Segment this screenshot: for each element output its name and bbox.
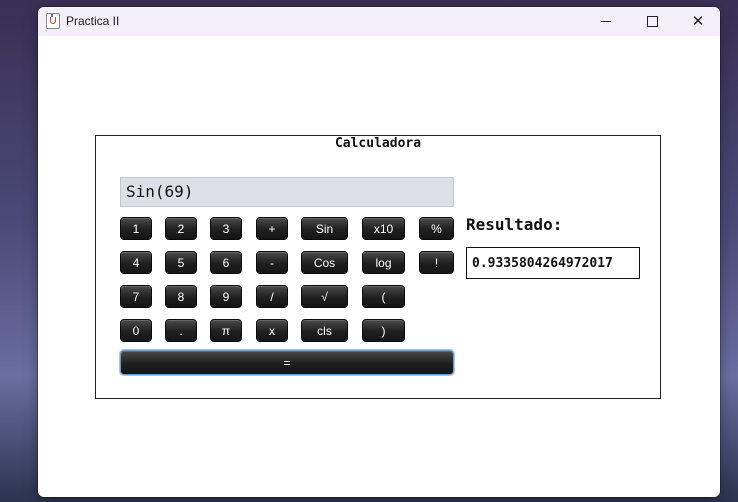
minimize-icon — [601, 21, 611, 22]
java-app-icon — [46, 13, 60, 29]
window-title: Practica II — [66, 14, 120, 28]
calculator-panel: Calculadora Sin(69) 1 2 3 + Sin x10 % 4 … — [95, 135, 661, 399]
digit-4-button[interactable]: 4 — [120, 251, 152, 274]
divide-button[interactable]: / — [256, 285, 288, 308]
minimize-button[interactable] — [583, 7, 629, 36]
sin-button[interactable]: Sin — [301, 217, 348, 240]
multiply-button[interactable]: x — [256, 319, 288, 342]
pi-button[interactable]: π — [210, 319, 242, 342]
result-output: 0.9335804264972017 — [466, 247, 640, 279]
result-label: Resultado: — [466, 215, 563, 234]
digit-2-button[interactable]: 2 — [165, 217, 197, 240]
sqrt-button[interactable]: √ — [301, 285, 348, 308]
close-paren-button[interactable]: ) — [362, 319, 405, 342]
digit-7-button[interactable]: 7 — [120, 285, 152, 308]
digit-3-button[interactable]: 3 — [210, 217, 242, 240]
equals-button[interactable]: = — [120, 350, 454, 375]
close-button[interactable]: ✕ — [675, 7, 720, 36]
panel-title: Calculadora — [334, 136, 422, 151]
open-paren-button[interactable]: ( — [362, 285, 405, 308]
decimal-point-button[interactable]: . — [165, 319, 197, 342]
factorial-button[interactable]: ! — [419, 251, 454, 274]
title-bar[interactable]: Practica II ✕ — [38, 7, 720, 36]
digit-0-button[interactable]: 0 — [120, 319, 152, 342]
log-button[interactable]: log — [362, 251, 405, 274]
digit-9-button[interactable]: 9 — [210, 285, 242, 308]
clear-button[interactable]: cls — [301, 319, 348, 342]
digit-8-button[interactable]: 8 — [165, 285, 197, 308]
cos-button[interactable]: Cos — [301, 251, 348, 274]
maximize-icon — [646, 16, 658, 27]
plus-button[interactable]: + — [256, 217, 288, 240]
digit-5-button[interactable]: 5 — [165, 251, 197, 274]
x10-button[interactable]: x10 — [362, 217, 405, 240]
maximize-button[interactable] — [629, 7, 675, 36]
app-window: Practica II ✕ Calculadora Sin(69) 1 2 3 … — [38, 7, 720, 497]
expression-display[interactable]: Sin(69) — [120, 177, 454, 207]
digit-6-button[interactable]: 6 — [210, 251, 242, 274]
digit-1-button[interactable]: 1 — [120, 217, 152, 240]
percent-button[interactable]: % — [419, 217, 454, 240]
minus-button[interactable]: - — [256, 251, 288, 274]
close-icon: ✕ — [691, 12, 705, 30]
